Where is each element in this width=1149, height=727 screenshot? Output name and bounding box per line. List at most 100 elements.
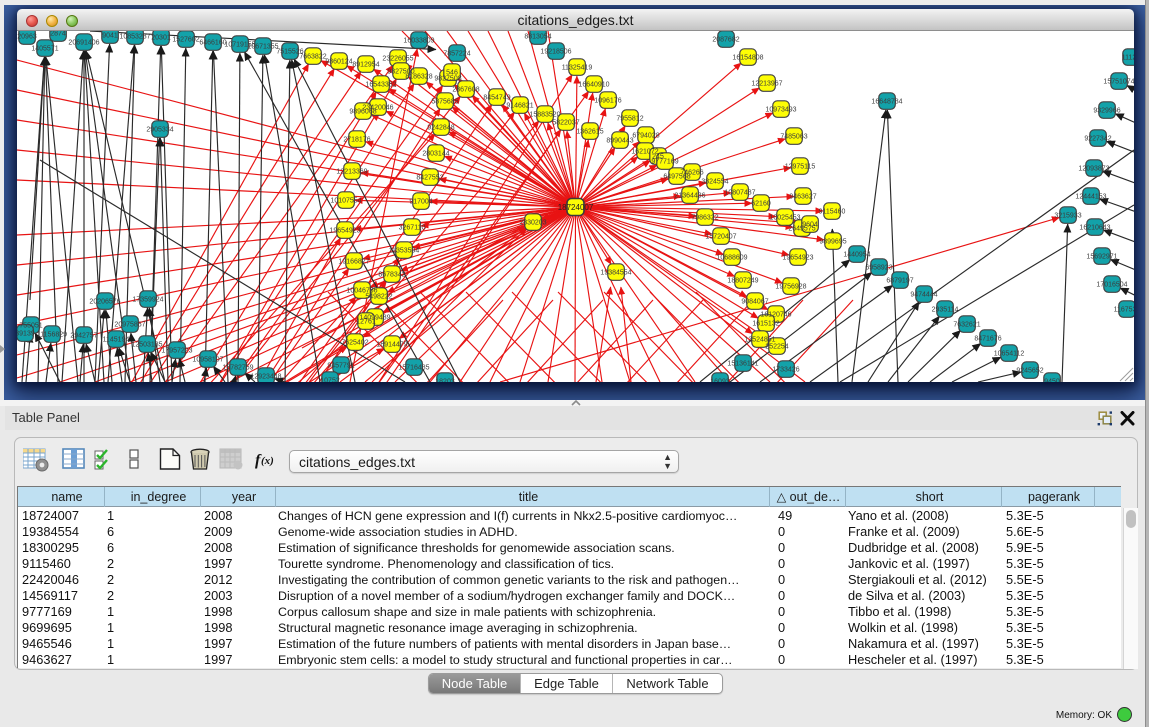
svg-text:17016504: 17016504 [1096,282,1127,289]
svg-text:9245652: 9245652 [1016,368,1043,375]
svg-text:917004: 917004 [409,199,432,206]
svg-text:9041: 9041 [102,33,118,40]
svg-text:16782759: 16782759 [222,365,253,372]
svg-text:1440954: 1440954 [843,252,870,259]
svg-text:2830203: 2830203 [519,220,546,227]
svg-text:9777169: 9777169 [651,159,678,166]
svg-text:19218506: 19218506 [540,49,571,56]
svg-text:16914479: 16914479 [376,342,407,349]
svg-text:8912954: 8912954 [352,62,379,69]
svg-text:9899695: 9899695 [819,239,846,246]
svg-text:10973493: 10973493 [765,107,796,114]
svg-text:19384554: 19384554 [600,270,631,277]
svg-text:7625402: 7625402 [341,340,368,347]
svg-text:1362615: 1362615 [576,129,603,136]
svg-text:3267110: 3267110 [399,225,426,232]
svg-text:18724007: 18724007 [558,203,594,212]
svg-text:7857224: 7857224 [443,51,470,58]
svg-text:6958923: 6958923 [865,265,892,272]
svg-text:20963: 20963 [17,34,37,41]
svg-text:9450: 9450 [1044,379,1060,383]
svg-text:6879197: 6879197 [886,278,913,285]
svg-text:3824554: 3824554 [701,179,728,186]
svg-text:10688609: 10688609 [716,255,747,262]
svg-text:21364436: 21364436 [674,193,705,200]
svg-text:6794028: 6794028 [632,133,659,140]
svg-text:17359924: 17359924 [132,297,163,304]
svg-text:12093873: 12093873 [1078,166,1109,173]
svg-text:8454749: 8454749 [483,95,510,102]
svg-text:20975867: 20975867 [114,322,145,329]
svg-text:10671355: 10671355 [247,44,278,51]
svg-text:9227342: 9227342 [1084,136,1111,143]
svg-text:20691406: 20691406 [68,40,99,47]
svg-text:10853287: 10853287 [119,34,150,41]
svg-text:15751074: 15751074 [1103,79,1134,86]
svg-text:9474444: 9474444 [910,292,937,299]
svg-text:1527602: 1527602 [172,37,199,44]
svg-text:12761: 12761 [356,319,376,326]
svg-text:9827508: 9827508 [434,76,461,83]
svg-text:12503135: 12503135 [131,342,162,349]
svg-text:(x): (x) [261,455,274,467]
svg-text:17957223: 17957223 [161,348,192,355]
svg-text:1167533: 1167533 [1114,307,1134,314]
svg-text:16154808: 16154808 [732,55,763,62]
svg-text:20206576: 20206576 [89,299,120,306]
svg-text:1096176: 1096176 [594,98,621,105]
svg-text:9463627: 9463627 [789,194,816,201]
svg-text:9329966: 9329966 [1093,108,1120,115]
svg-text:1405571: 1405571 [31,46,58,53]
svg-text:11156829: 11156829 [37,332,67,339]
svg-text:2867608: 2867608 [452,87,479,94]
svg-text:19654923: 19654923 [782,255,813,262]
svg-text:16543362: 16543362 [365,82,396,89]
svg-text:7632621: 7632621 [953,322,980,329]
svg-text:16120746: 16120746 [760,312,791,319]
svg-text:2905334: 2905334 [146,127,173,134]
svg-text:2942757: 2942757 [70,333,97,340]
svg-text:12213369: 12213369 [336,169,367,176]
svg-text:16033809: 16033809 [403,38,434,45]
svg-text:10752: 10752 [320,378,340,383]
svg-text:8186328: 8186328 [405,74,432,81]
svg-text:7955812: 7955812 [616,116,643,123]
svg-text:9457791: 9457791 [327,363,354,370]
svg-text:12975115: 12975115 [785,164,816,171]
svg-text:8471676: 8471676 [974,336,1001,343]
svg-text:10958107: 10958107 [192,357,223,364]
svg-text:8678342: 8678342 [378,272,405,279]
svg-text:19654923: 19654923 [329,228,360,235]
svg-text:15720407: 15720407 [705,234,736,241]
svg-text:20301: 20301 [151,35,171,42]
svg-text:9604: 9604 [802,222,818,229]
svg-text:11123: 11123 [1122,55,1134,62]
svg-text:6497568: 6497568 [663,174,690,181]
svg-text:10025453: 10025453 [769,215,800,222]
svg-text:3215933: 3215933 [1054,213,1081,220]
svg-text:252254: 252254 [765,344,788,351]
svg-text:8813054: 8813054 [524,34,551,41]
svg-text:5875685: 5875685 [431,99,458,106]
svg-text:16648784: 16648784 [871,99,902,106]
svg-text:5498222: 5498222 [365,294,392,301]
svg-text:18203: 18203 [435,379,455,383]
svg-text:62160: 62160 [751,201,771,208]
svg-text:9896068: 9896068 [349,109,376,116]
svg-text:16210643: 16210643 [1079,225,1110,232]
svg-text:12444153: 12444153 [1075,194,1106,201]
svg-text:5822037: 5822037 [552,120,579,127]
svg-text:15136141: 15136141 [727,361,758,368]
svg-text:1733426: 1733426 [772,367,799,374]
svg-text:9146821: 9146821 [506,103,533,110]
svg-text:1145194: 1145194 [103,337,130,344]
svg-text:15716485: 15716485 [398,365,429,372]
svg-text:16093: 16093 [710,379,730,383]
svg-text:1615132: 1615132 [752,321,779,328]
svg-text:546: 546 [446,70,458,77]
svg-text:16640910: 16640910 [578,82,609,89]
svg-text:12213967: 12213967 [751,81,782,88]
svg-text:7986322: 7986322 [691,215,718,222]
svg-text:9860124: 9860124 [325,59,352,66]
svg-text:11353594: 11353594 [389,248,420,255]
